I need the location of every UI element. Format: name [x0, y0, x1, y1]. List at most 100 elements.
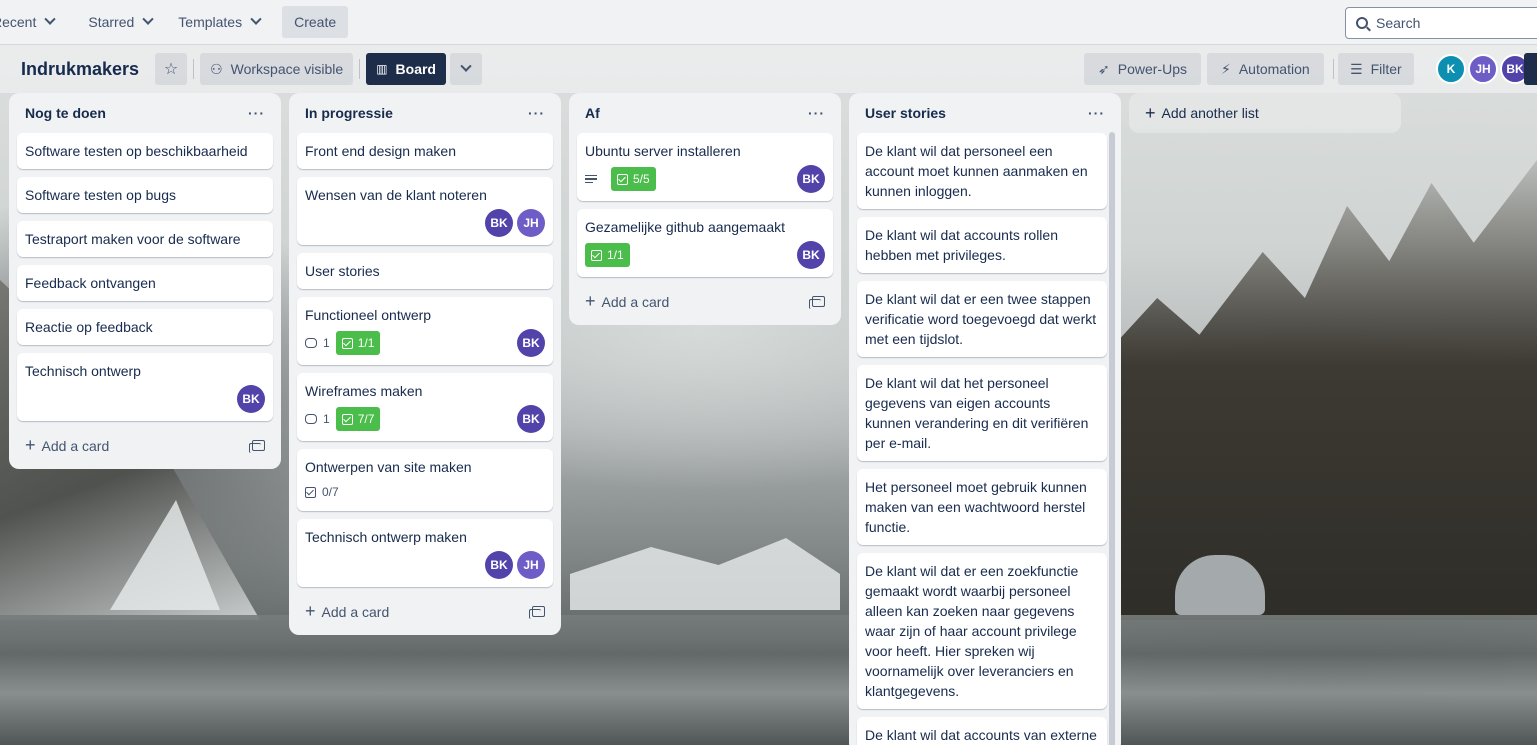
avatar[interactable]: JH: [517, 551, 545, 579]
template-icon[interactable]: [529, 605, 545, 619]
card-members: BK JH: [485, 209, 545, 237]
background-forest: [1115, 160, 1537, 620]
divider: [359, 59, 361, 79]
card-footer: BK: [25, 385, 265, 413]
card[interactable]: De klant wil dat het personeel gegevens …: [857, 365, 1107, 461]
divider: [1333, 59, 1334, 79]
chevron-down-icon: [142, 13, 154, 25]
avatar[interactable]: JH: [517, 209, 545, 237]
starred-menu[interactable]: Starred: [78, 6, 162, 38]
template-icon[interactable]: [809, 295, 825, 309]
checklist-badge: 5/5: [611, 167, 656, 191]
card[interactable]: Ubuntu server installeren 5/5 BK: [577, 133, 833, 201]
list-title[interactable]: User stories: [865, 105, 946, 121]
avatar[interactable]: K: [1436, 54, 1466, 84]
card[interactable]: Software testen op bugs: [17, 177, 273, 213]
card[interactable]: Front end design maken: [297, 133, 553, 169]
avatar[interactable]: BK: [485, 209, 513, 237]
filter-label: Filter: [1370, 61, 1402, 77]
more-icon[interactable]: ···: [808, 105, 825, 121]
card-members: BK: [517, 405, 545, 433]
chevron-down-icon: [460, 60, 472, 72]
add-list-button[interactable]: + Add another list: [1129, 93, 1401, 133]
checklist-badge: 1/1: [585, 243, 630, 267]
card[interactable]: Software testen op beschikbaarheid: [17, 133, 273, 169]
chevron-down-icon: [44, 13, 57, 25]
card[interactable]: Technisch ontwerp maken BK JH: [297, 519, 553, 587]
card-title: Wireframes maken: [305, 383, 423, 399]
list-header: User stories ···: [857, 93, 1107, 133]
add-card-button[interactable]: + Add a card: [297, 595, 553, 627]
avatar[interactable]: BK: [797, 165, 825, 193]
share-button[interactable]: [1524, 53, 1537, 85]
card-title: De klant wil dat personeel een account m…: [865, 143, 1088, 199]
card[interactable]: Wireframes maken 1 7/7 BK: [297, 373, 553, 441]
search-icon: [1356, 17, 1368, 29]
card[interactable]: Ontwerpen van site maken 0/7: [297, 449, 553, 511]
card[interactable]: Het personeel moet gebruik kunnen maken …: [857, 469, 1107, 545]
card[interactable]: Feedback ontvangen: [17, 265, 273, 301]
filter-button[interactable]: ☰ Filter: [1338, 53, 1414, 85]
card[interactable]: User stories: [297, 253, 553, 289]
card[interactable]: Functioneel ontwerp 1 1/1 BK: [297, 297, 553, 365]
add-card-button[interactable]: + Add a card: [577, 285, 833, 317]
card-title: Front end design maken: [305, 143, 456, 159]
card-footer: BK JH: [305, 551, 545, 579]
avatar[interactable]: BK: [485, 551, 513, 579]
board-title[interactable]: Indrukmakers: [21, 59, 139, 80]
card[interactable]: Wensen van de klant noteren BK JH: [297, 177, 553, 245]
card-members: BK: [797, 165, 825, 193]
card[interactable]: De klant wil dat personeel een account m…: [857, 133, 1107, 209]
card[interactable]: De klant wil dat accounts van externe be…: [857, 717, 1107, 745]
automation-label: Automation: [1238, 61, 1310, 77]
divider: [193, 59, 195, 79]
automation-button[interactable]: ⚡ Automation: [1207, 53, 1324, 85]
list-title[interactable]: In progressie: [305, 105, 393, 121]
card[interactable]: De klant wil dat er een twee stappen ver…: [857, 281, 1107, 357]
visibility-label: Workspace visible: [230, 61, 344, 77]
more-icon[interactable]: ···: [528, 105, 545, 121]
checklist-count: 1/1: [607, 248, 624, 262]
avatar[interactable]: BK: [517, 329, 545, 357]
chevron-down-icon: [250, 13, 262, 25]
filter-icon: ☰: [1350, 60, 1363, 77]
card[interactable]: Gezamelijke github aangemaakt 1/1 BK: [577, 209, 833, 277]
card-title: Ubuntu server installeren: [585, 143, 741, 159]
add-card-label: Add a card: [601, 293, 670, 310]
card-members: BK: [797, 241, 825, 269]
star-button[interactable]: ☆: [155, 53, 188, 85]
search-input[interactable]: Search: [1345, 7, 1537, 39]
add-card-button[interactable]: + Add a card: [17, 429, 273, 461]
card[interactable]: De klant wil dat accounts rollen hebben …: [857, 217, 1107, 273]
card-title: Wensen van de klant noteren: [305, 187, 487, 203]
more-icon[interactable]: ···: [248, 105, 265, 121]
card-members: BK JH: [485, 551, 545, 579]
card-members: BK: [237, 385, 265, 413]
template-icon[interactable]: [249, 439, 265, 453]
recent-menu[interactable]: Recent: [0, 6, 64, 38]
power-ups-button[interactable]: ➶ Power-Ups: [1084, 53, 1201, 85]
avatar[interactable]: JH: [1468, 54, 1498, 84]
list-title[interactable]: Af: [585, 105, 600, 121]
templates-label: Templates: [178, 14, 243, 30]
list-af: Af ··· Ubuntu server installeren 5/5 BK …: [569, 93, 841, 325]
card[interactable]: Reactie op feedback: [17, 309, 273, 345]
list-title[interactable]: Nog te doen: [25, 105, 106, 121]
list-user-stories: User stories ··· De klant wil dat person…: [849, 93, 1121, 745]
card[interactable]: Testraport maken voor de software: [17, 221, 273, 257]
card[interactable]: Technisch ontwerp BK: [17, 353, 273, 421]
visibility-button[interactable]: ⚇ Workspace visible: [200, 53, 354, 85]
avatar[interactable]: BK: [237, 385, 265, 413]
view-switch-button[interactable]: [449, 53, 482, 85]
avatar[interactable]: BK: [797, 241, 825, 269]
templates-menu[interactable]: Templates: [168, 6, 270, 38]
list-scrollbar[interactable]: [1109, 132, 1115, 745]
background-snow: [570, 538, 840, 610]
card-footer: BK JH: [305, 209, 545, 237]
avatar[interactable]: BK: [517, 405, 545, 433]
card-title: Functioneel ontwerp: [305, 307, 432, 323]
create-button[interactable]: Create: [282, 6, 349, 38]
board-view-button[interactable]: ▥ Board: [366, 53, 446, 85]
card[interactable]: De klant wil dat er een zoekfunctie gema…: [857, 553, 1107, 709]
more-icon[interactable]: ···: [1088, 105, 1105, 121]
